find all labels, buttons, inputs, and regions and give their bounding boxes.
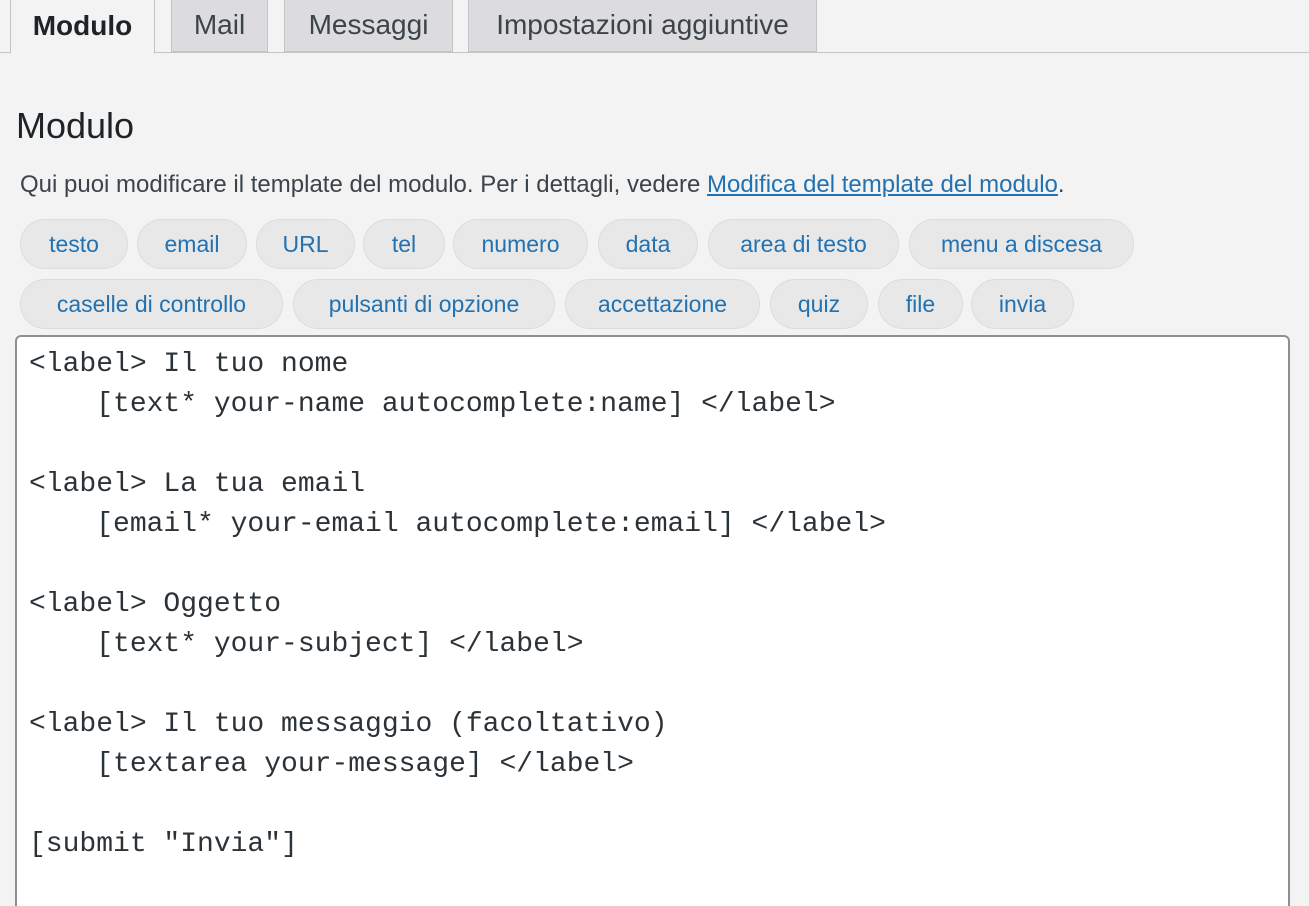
tag-button-quiz[interactable]: quiz [770,279,868,329]
tab-label: Mail [193,9,246,40]
tag-button-label: tel [391,230,417,257]
tag-button-menu-a-discesa[interactable]: menu a discesa [909,219,1134,269]
form-template-editor[interactable]: <label> Il tuo nome [text* your-name aut… [15,335,1290,906]
tag-button-label: URL [282,230,329,257]
tab-bar-divider [0,52,1309,53]
tab-bar: Modulo Mail Messaggi Impostazioni aggiun… [0,0,1309,54]
tag-button-testo[interactable]: testo [20,219,128,269]
tag-button-label: accettazione [597,290,728,317]
tag-button-label: invia [998,290,1047,317]
tag-button-label: menu a discesa [940,230,1103,257]
tag-button-url[interactable]: URL [256,219,355,269]
tab-label: Messaggi [308,9,429,40]
tag-button-label: pulsanti di opzione [328,290,520,317]
tab-impostazioni-aggiuntive[interactable]: Impostazioni aggiuntive [468,0,817,52]
contact-form-editor-page: Modulo Mail Messaggi Impostazioni aggiun… [0,0,1309,906]
section-description: Qui puoi modificare il template del modu… [20,170,1065,200]
template-help-link[interactable]: Modifica del template del modulo [707,171,1058,198]
tag-button-numero[interactable]: numero [453,219,588,269]
tag-button-invia[interactable]: invia [971,279,1074,329]
tab-modulo[interactable]: Modulo [10,0,155,54]
tag-button-caselle-di-controllo[interactable]: caselle di controllo [20,279,283,329]
tab-label: Modulo [32,10,133,41]
tag-button-email[interactable]: email [137,219,247,269]
tag-button-label: quiz [797,290,841,317]
tab-label: Impostazioni aggiuntive [496,9,789,40]
tag-button-label: testo [49,230,99,257]
tag-button-tel[interactable]: tel [363,219,445,269]
description-text: Qui puoi modificare il template del modu… [20,171,708,198]
tag-button-data[interactable]: data [598,219,698,269]
tag-button-area-di-testo[interactable]: area di testo [708,219,899,269]
section-title: Modulo [16,105,135,146]
tag-button-label: numero [481,230,560,257]
tag-button-label: caselle di controllo [56,290,247,317]
tag-button-pulsanti-di-opzione[interactable]: pulsanti di opzione [293,279,555,329]
tag-button-accettazione[interactable]: accettazione [565,279,760,329]
tag-button-label: file [905,290,936,317]
tag-button-label: data [625,230,671,257]
description-suffix: . [1057,171,1065,198]
tag-button-file[interactable]: file [878,279,963,329]
tab-messaggi[interactable]: Messaggi [284,0,453,52]
tag-button-label: email [164,230,220,257]
tab-mail[interactable]: Mail [171,0,268,52]
tag-button-label: area di testo [740,230,867,257]
